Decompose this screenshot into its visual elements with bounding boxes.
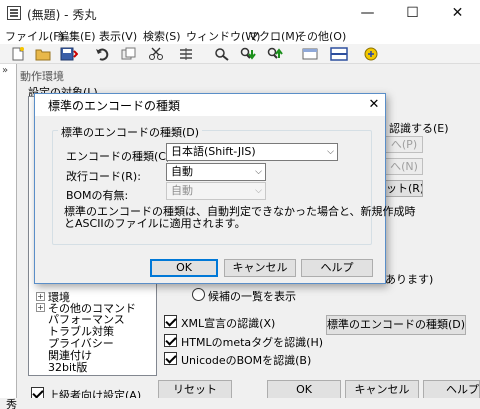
encoding-help-button[interactable]: ヘルプ xyxy=(301,259,373,277)
chevron-right-icon: » xyxy=(2,65,9,76)
encoding-ok-button[interactable]: OK xyxy=(150,259,218,277)
toolbar xyxy=(0,44,480,64)
encoding-cancel-button[interactable]: キャンセル xyxy=(224,259,296,277)
reset-button[interactable]: リセット xyxy=(158,380,232,400)
tree-expander-icon[interactable]: + xyxy=(36,303,45,312)
macro-icon[interactable] xyxy=(363,47,379,61)
encoding-description: 標準のエンコードの種類は、自動判定できなかった場合と、新規作成時 とASCIIの… xyxy=(64,206,416,230)
xml-declaration-label: XML宣言の認識(X) xyxy=(181,317,276,330)
bom-label: BOMの有無: xyxy=(66,189,129,202)
html-meta-label: HTMLのmetaタグを認識(H) xyxy=(181,336,324,349)
reset-list-button[interactable]: ット(R) xyxy=(385,180,423,197)
undo-icon[interactable] xyxy=(95,47,111,61)
chevron-down-icon: ⌵ xyxy=(327,147,334,157)
menu-other[interactable]: その他(O) xyxy=(296,28,346,44)
encoding-dialog-title: 標準のエンコードの種類 xyxy=(48,99,181,113)
menu-file[interactable]: ファイル(F) xyxy=(5,28,64,44)
status-text: 秀 xyxy=(6,398,17,409)
search-down-icon[interactable] xyxy=(239,47,256,61)
chevron-down-icon: ⌵ xyxy=(255,186,262,196)
open-folder-icon[interactable] xyxy=(35,47,51,61)
newline-select-value: 自動 xyxy=(171,165,193,178)
menu-bar: ファイル(F) 編集(E) 表示(V) 検索(S) ウィンドウ(W) マクロ(M… xyxy=(0,27,480,44)
encoding-select-value: 日本語(Shift-JIS) xyxy=(171,145,256,158)
close-window-button[interactable]: ✕ xyxy=(435,0,480,27)
newline-select[interactable]: 自動 ⌵ xyxy=(166,163,266,181)
note-text: あります) xyxy=(385,273,434,286)
maximize-button[interactable]: ☐ xyxy=(390,0,435,27)
unicode-bom-checkbox[interactable] xyxy=(164,352,177,365)
tree-item-32bit[interactable]: 32bit版 xyxy=(48,359,87,375)
menu-edit[interactable]: 編集(E) xyxy=(58,28,96,44)
menu-macro[interactable]: マクロ(M) xyxy=(248,28,299,44)
chevron-down-icon: ⌵ xyxy=(255,167,262,177)
newline-label: 改行コード(R): xyxy=(66,170,141,183)
menu-search[interactable]: 検索(S) xyxy=(143,28,181,44)
encoding-description-line-2: とASCIIのファイルに適用されます。 xyxy=(64,217,246,230)
encoding-select[interactable]: 日本語(Shift-JIS) ⌵ xyxy=(166,143,338,161)
candidates-radio[interactable] xyxy=(192,288,205,301)
bom-select[interactable]: 自動 ⌵ xyxy=(166,182,266,200)
settings-ok-button[interactable]: OK xyxy=(267,380,341,400)
paste-icon[interactable] xyxy=(178,47,194,61)
default-encoding-button[interactable]: 標準のエンコードの種類(D)... xyxy=(326,315,466,335)
next-button[interactable]: へ(N) xyxy=(385,158,423,175)
tree-expander-icon[interactable]: + xyxy=(36,292,45,301)
encoding-label: エンコードの種類(C): xyxy=(66,150,174,163)
cut-icon[interactable] xyxy=(148,47,164,61)
candidates-radio-label: 候補の一覧を表示 xyxy=(208,290,296,303)
new-file-icon[interactable] xyxy=(10,47,26,61)
output-pane-icon[interactable] xyxy=(302,47,318,61)
status-bar: 秀 xyxy=(0,398,480,409)
close-icon[interactable]: ✕ xyxy=(364,94,384,116)
minimize-button[interactable]: — xyxy=(345,0,390,27)
auto-detect-label: 認識する(E) xyxy=(389,122,449,135)
settings-cancel-button[interactable]: キャンセル xyxy=(345,380,419,400)
search-up-icon[interactable] xyxy=(266,47,283,61)
copy-icon[interactable] xyxy=(121,47,137,61)
window-split-icon[interactable] xyxy=(330,47,348,61)
window-title: (無題) - 秀丸 xyxy=(27,8,97,22)
search-icon[interactable] xyxy=(214,47,230,61)
settings-help-button[interactable]: ヘルプ xyxy=(423,380,480,400)
encoding-group-title: 標準のエンコードの種類(D) xyxy=(58,124,203,140)
app-icon xyxy=(7,6,21,20)
xml-declaration-checkbox[interactable] xyxy=(164,315,177,328)
unicode-bom-label: UnicodeのBOMを認識(B) xyxy=(181,354,312,367)
prev-button[interactable]: へ(P) xyxy=(385,136,423,153)
settings-dialog-title: 動作環境 xyxy=(20,70,64,83)
save-icon[interactable] xyxy=(60,47,79,61)
html-meta-checkbox[interactable] xyxy=(164,334,177,347)
bom-select-value: 自動 xyxy=(171,184,193,197)
menu-view[interactable]: 表示(V) xyxy=(99,28,137,44)
